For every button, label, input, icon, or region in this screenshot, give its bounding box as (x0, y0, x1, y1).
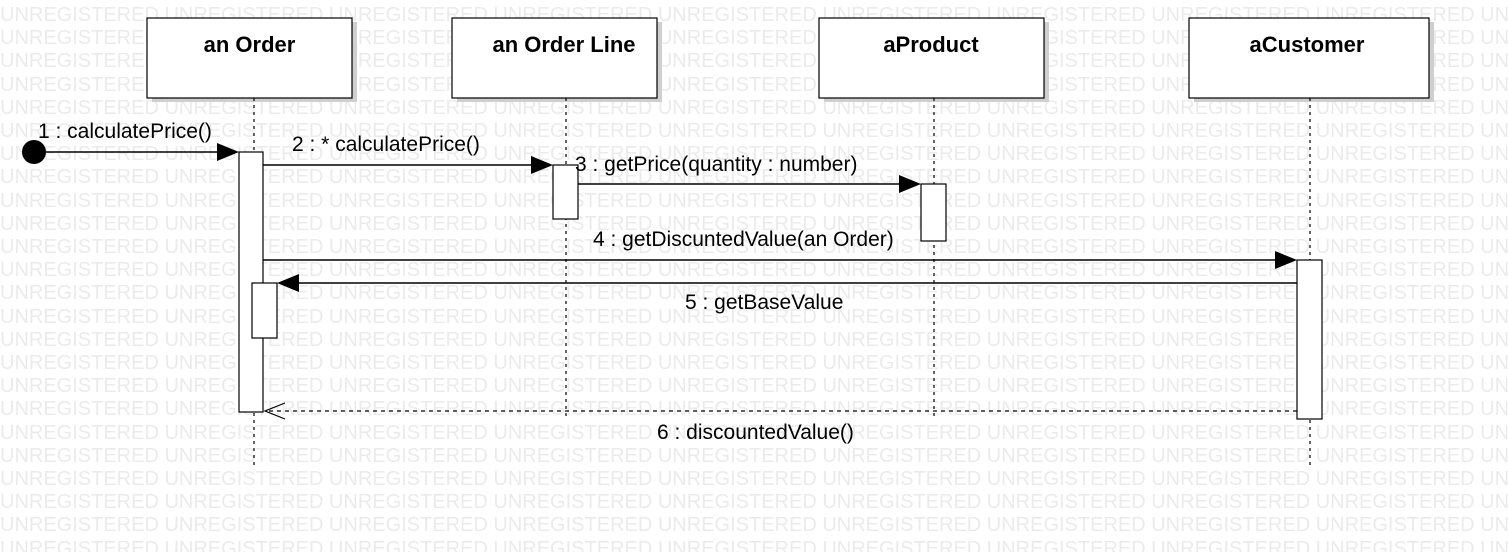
message-label: 4 : getDiscuntedValue(an Order) (593, 228, 894, 251)
message-4[interactable]: 4 : getDiscuntedValue(an Order) (263, 228, 1297, 269)
sequence-diagram-canvas: UNREGISTERED UNREGISTERED UNREGISTERED U… (0, 0, 1508, 552)
sequence-diagram: an Order an Order Line aProduct aCustome… (22, 17, 1434, 468)
message-2[interactable]: 2 : * calculatePrice() (263, 133, 553, 174)
activation-bar-order[interactable] (238, 151, 264, 413)
message-label: 6 : discountedValue() (657, 421, 854, 444)
filled-arrowhead-icon (217, 143, 239, 161)
lifeline-title: an Order (204, 32, 296, 57)
lifeline-title: aProduct (883, 32, 979, 57)
lifeline-title: aCustomer (1250, 32, 1365, 57)
filled-arrowhead-icon (277, 274, 299, 292)
activation-bar-customer[interactable] (1296, 259, 1323, 420)
message-label: 2 : * calculatePrice() (292, 133, 480, 156)
message-label: 1 : calculatePrice() (38, 120, 212, 143)
message-label: 3 : getPrice(quantity : number) (575, 153, 857, 176)
message-1[interactable]: 1 : calculatePrice() (22, 120, 239, 164)
message-6[interactable]: 6 : discountedValue() (263, 402, 1297, 444)
filled-arrowhead-icon (531, 156, 553, 174)
lifeline-header-box[interactable] (451, 17, 658, 99)
filled-arrowhead-icon (1275, 251, 1297, 269)
found-message-start-dot (22, 140, 46, 164)
lifeline-title: an Order Line (492, 32, 635, 57)
activation-bar-order-nested[interactable] (251, 282, 278, 339)
message-5[interactable]: 5 : getBaseValue (277, 274, 1297, 314)
open-arrowhead-icon (263, 402, 286, 420)
lifeline-header-box[interactable] (1188, 17, 1430, 99)
message-label: 5 : getBaseValue (685, 291, 843, 314)
filled-arrowhead-icon (899, 175, 921, 193)
lifeline-header-box[interactable] (818, 17, 1045, 99)
lifeline-header-box[interactable] (146, 17, 353, 99)
activation-bar-product[interactable] (920, 183, 947, 242)
message-3[interactable]: 3 : getPrice(quantity : number) (575, 153, 921, 193)
